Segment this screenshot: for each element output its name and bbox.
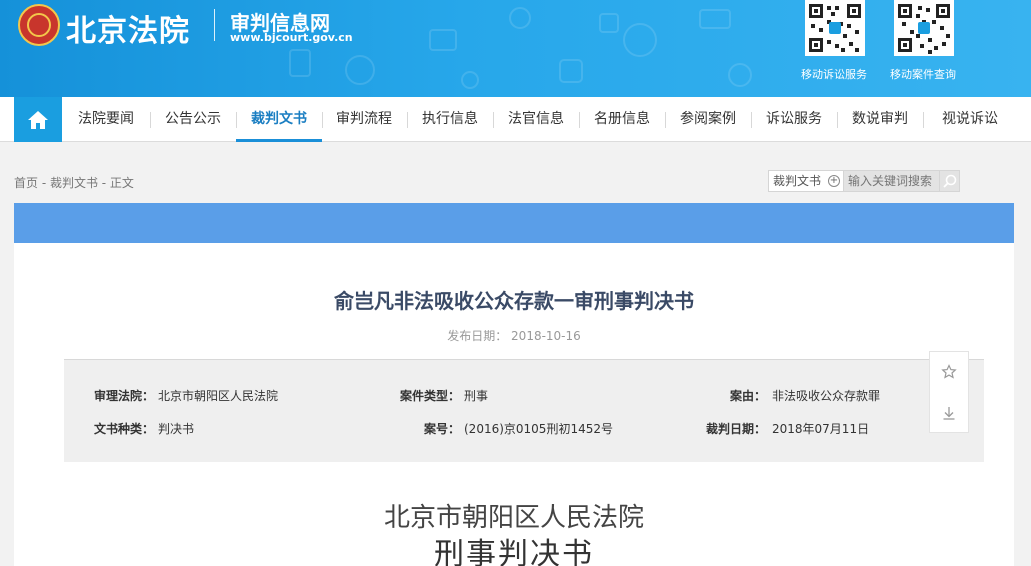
- court-emblem-icon[interactable]: [18, 4, 60, 46]
- nav-item-video-litigation[interactable]: 视说诉讼: [934, 97, 1006, 142]
- breadcrumb[interactable]: 首页 - 裁判文书 - 正文: [14, 174, 134, 191]
- qr-label-litigation-service: 移动诉讼服务: [801, 68, 867, 81]
- nav-item-reference-cases[interactable]: 参阅案例: [672, 97, 744, 142]
- meta-case-type-value: 刑事: [464, 389, 489, 403]
- logo-divider: [214, 9, 215, 41]
- nav-item-litigation-service[interactable]: 诉讼服务: [758, 97, 830, 142]
- meta-case-no-value: (2016)京0105刑初1452号: [464, 422, 613, 436]
- favorite-button[interactable]: [930, 352, 968, 392]
- download-button[interactable]: [930, 393, 968, 433]
- nav-separator: [665, 112, 666, 128]
- nav-item-judges[interactable]: 法官信息: [500, 97, 572, 142]
- nav-item-data-trial[interactable]: 数说审判: [844, 97, 916, 142]
- nav-item-court-news[interactable]: 法院要闻: [70, 97, 142, 142]
- nav-item-announcements[interactable]: 公告公示: [157, 97, 229, 142]
- search-button[interactable]: [940, 170, 960, 192]
- star-icon: [941, 364, 957, 379]
- meta-judge-date-label: 裁判日期：: [706, 422, 767, 436]
- logo-text[interactable]: 北京法院: [66, 6, 190, 50]
- nav-separator: [150, 112, 151, 128]
- home-icon: [28, 110, 48, 129]
- meta-case-type-label: 案件类型：: [400, 389, 461, 403]
- nav-separator: [579, 112, 580, 128]
- site-header: 北京法院 审判信息网 www.bjcourt.gov.cn 移动诉讼服务 移动案…: [0, 0, 1031, 97]
- nav-separator: [407, 112, 408, 128]
- document-title: 俞岂凡非法吸收公众存款一审刑事判决书: [334, 289, 694, 313]
- nav-home-button[interactable]: [14, 97, 62, 142]
- site-url: www.bjcourt.gov.cn: [230, 31, 353, 44]
- nav-item-judgments[interactable]: 裁判文书: [236, 97, 322, 142]
- main-nav: 法院要闻 公告公示 裁判文书 审判流程 执行信息 法官信息 名册信息 参阅案例 …: [0, 97, 1031, 142]
- side-tools: [929, 351, 969, 433]
- nav-separator: [751, 112, 752, 128]
- document-card: 俞岂凡非法吸收公众存款一审刑事判决书 发布日期： 2018-10-16 审理法院…: [14, 243, 1014, 566]
- search-input[interactable]: [844, 170, 940, 192]
- search-category-label: 裁判文书: [773, 174, 822, 188]
- qr-label-case-query: 移动案件查询: [890, 68, 956, 81]
- document-kind: 刑事判决书: [434, 537, 594, 566]
- meta-doc-type-label: 文书种类：: [94, 422, 155, 436]
- search-icon: [942, 174, 956, 188]
- download-icon: [943, 407, 955, 420]
- document-meta-panel: 审理法院： 北京市朝阳区人民法院 案件类型： 刑事 案由： 非法吸收公众存款罪 …: [64, 359, 984, 462]
- meta-cause-label: 案由：: [730, 389, 767, 403]
- nav-item-trial-process[interactable]: 审判流程: [328, 97, 400, 142]
- qr-code-icon: [898, 4, 950, 54]
- nav-item-roster[interactable]: 名册信息: [586, 97, 658, 142]
- meta-court-label: 审理法院：: [94, 389, 155, 403]
- nav-item-enforcement[interactable]: 执行信息: [414, 97, 486, 142]
- plus-circle-icon: +: [828, 175, 840, 187]
- meta-case-no-label: 案号：: [424, 422, 461, 436]
- qr-code-litigation-service[interactable]: [805, 0, 865, 56]
- publish-date-label: 发布日期：: [447, 329, 508, 343]
- search-category-select[interactable]: 裁判文书 +: [768, 170, 844, 192]
- meta-doc-type-value: 判决书: [158, 422, 195, 436]
- meta-court-value: 北京市朝阳区人民法院: [158, 389, 279, 403]
- nav-separator: [837, 112, 838, 128]
- meta-cause-value: 非法吸收公众存款罪: [772, 389, 881, 403]
- publish-date-value: 2018-10-16: [511, 329, 581, 343]
- content-banner: [14, 203, 1014, 243]
- nav-separator: [493, 112, 494, 128]
- qr-code-case-query[interactable]: [894, 0, 954, 56]
- publish-date: 发布日期： 2018-10-16: [14, 327, 1014, 344]
- nav-separator: [322, 112, 323, 128]
- meta-judge-date-value: 2018年07月11日: [772, 422, 870, 436]
- nav-separator: [923, 112, 924, 128]
- qr-code-icon: [809, 4, 861, 52]
